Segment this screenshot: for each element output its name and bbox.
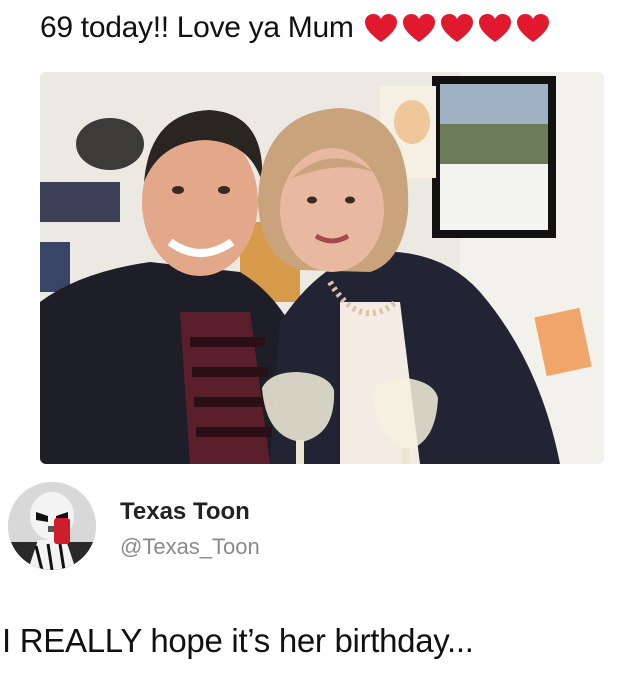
selfie-photo [40,72,604,464]
author-display-name[interactable]: Texas Toon [120,498,250,526]
woman-eye-right [345,196,355,204]
woman-eye-left [307,196,317,204]
frame-mat [440,164,548,230]
tweet-text: I REALLY hope it’s her birthday... [2,622,474,659]
top-caption-text: 69 today!! Love ya Mum [40,11,354,44]
man-eye-left [172,186,184,194]
frame-sky [440,84,548,124]
heart-icon [402,14,435,42]
heart-icon [516,14,549,42]
wine-glass-left-stem [296,440,304,464]
heart-icon [478,14,511,42]
author-handle[interactable]: @Texas_Toon [120,534,260,560]
stormtrooper-avatar-icon[interactable] [8,482,96,570]
heart-icon [440,14,473,42]
wine-glass-right-stem [402,448,410,464]
heart-icon [364,14,397,42]
poster-figure [394,100,430,144]
man-eye-right [218,186,230,194]
tweet-author: Texas Toon @Texas_Toon [0,478,620,588]
top-caption: 69 today!! Love ya Mum [40,6,610,50]
background-person-body [40,182,120,222]
hearts-row [364,13,554,43]
background-person-head [76,118,144,170]
background-chair [40,242,70,292]
photo-illustration [40,72,604,464]
